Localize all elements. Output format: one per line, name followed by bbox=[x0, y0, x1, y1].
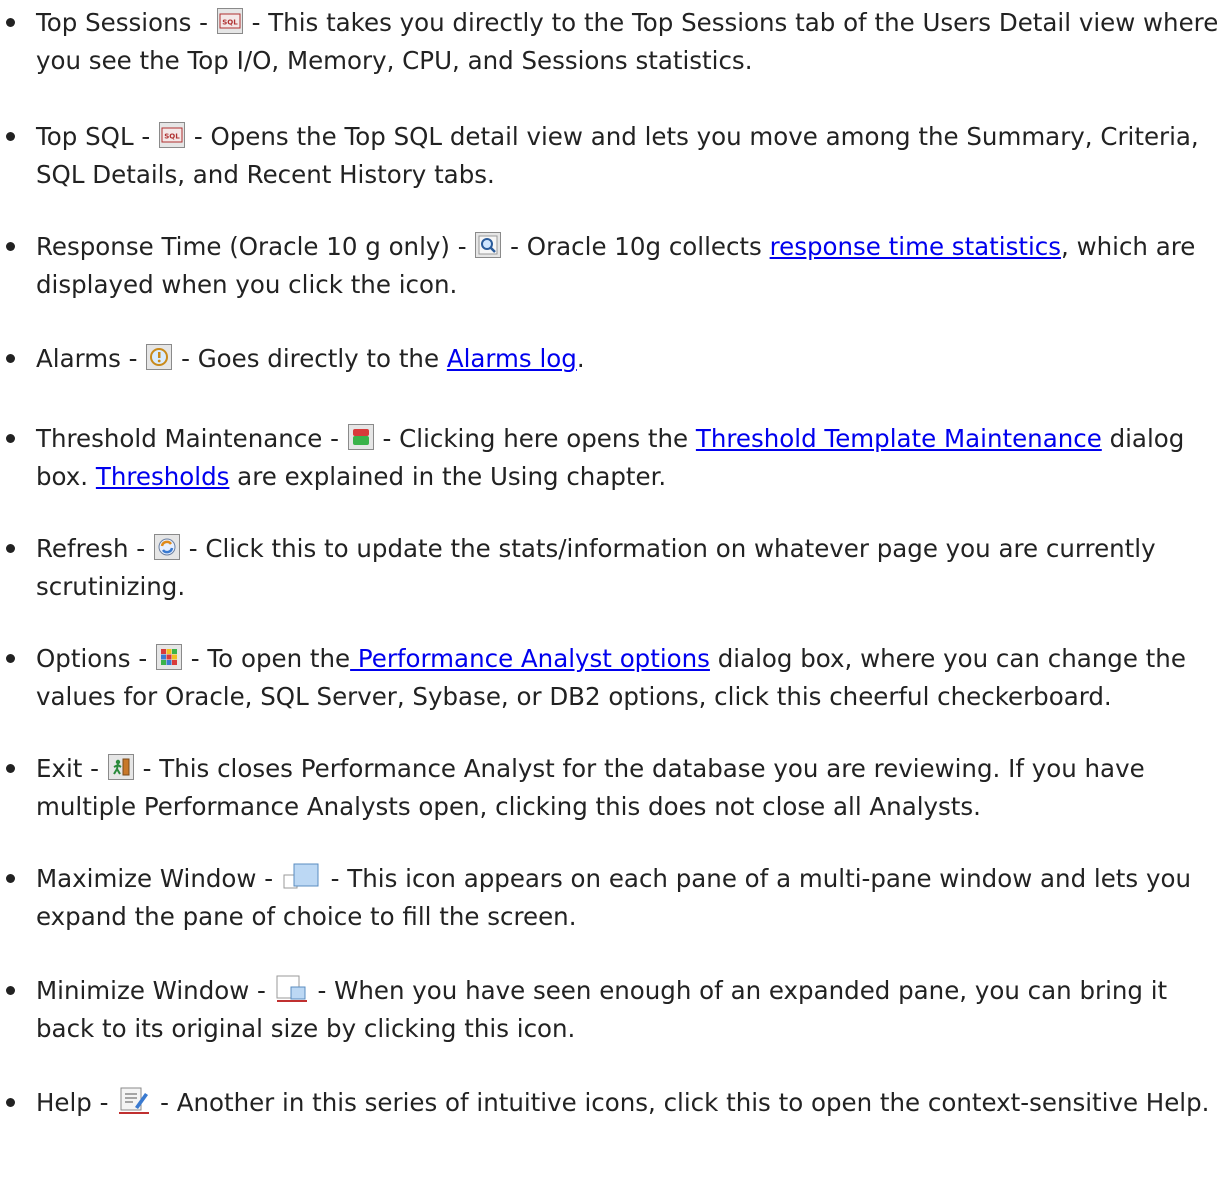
list-item-refresh: Refresh - - Click this to update the sta… bbox=[6, 530, 1228, 606]
list-item-maximize-window: Maximize Window - - This icon appears on… bbox=[6, 860, 1228, 936]
item-lead: Threshold Maintenance - bbox=[36, 424, 347, 453]
item-text: Top Sessions - SQL - This takes you dire… bbox=[36, 4, 1228, 80]
item-text: Exit - - This closes Performance Analyst… bbox=[36, 750, 1228, 826]
alarms-log-link[interactable]: Alarms log bbox=[447, 344, 577, 373]
bullet bbox=[6, 354, 15, 363]
sql-icon[interactable]: SQL bbox=[159, 122, 186, 148]
refresh-icon[interactable] bbox=[153, 534, 180, 560]
sql-icon[interactable]: SQL bbox=[216, 8, 243, 34]
item-text: Refresh - - Click this to update the sta… bbox=[36, 530, 1228, 606]
list-item-minimize-window: Minimize Window - - When you have seen e… bbox=[6, 972, 1228, 1048]
response-time-statistics-link[interactable]: response time statistics bbox=[770, 232, 1061, 261]
item-lead: Response Time (Oracle 10 g only) - bbox=[36, 232, 475, 261]
svg-text:SQL: SQL bbox=[222, 19, 238, 27]
item-lead: Minimize Window - bbox=[36, 976, 274, 1005]
item-description: are explained in the Using chapter. bbox=[229, 462, 667, 491]
bullet bbox=[6, 544, 15, 553]
threshold-icon[interactable] bbox=[347, 424, 374, 450]
thresholds-link[interactable]: Thresholds bbox=[96, 462, 230, 491]
list-item-response-time: Response Time (Oracle 10 g only) - - Ora… bbox=[6, 228, 1228, 304]
item-mid-text: - To open the bbox=[182, 644, 351, 673]
bullet bbox=[6, 242, 15, 251]
item-mid-text: - Clicking here opens the bbox=[374, 424, 696, 453]
bullet bbox=[6, 1098, 15, 1107]
item-lead: Alarms - bbox=[36, 344, 146, 373]
item-lead: Help - bbox=[36, 1088, 117, 1117]
svg-text:SQL: SQL bbox=[164, 133, 180, 141]
performance-analyst-options-link[interactable]: Performance Analyst options bbox=[350, 644, 710, 673]
bullet bbox=[6, 986, 15, 995]
item-lead: Top Sessions - bbox=[36, 8, 216, 37]
item-description: - Another in this series of intuitive ic… bbox=[152, 1088, 1210, 1117]
bullet bbox=[6, 132, 15, 141]
alarm-icon[interactable] bbox=[146, 344, 173, 370]
item-text: Threshold Maintenance - - Clicking here … bbox=[36, 420, 1228, 496]
item-text: Minimize Window - - When you have seen e… bbox=[36, 972, 1228, 1048]
item-text: Help - - Another in this series of intui… bbox=[36, 1084, 1228, 1122]
list-item-top-sessions: Top Sessions - SQL - This takes you dire… bbox=[6, 4, 1228, 80]
threshold-template-maintenance-link[interactable]: Threshold Template Maintenance bbox=[696, 424, 1102, 453]
maximize-icon[interactable] bbox=[282, 861, 322, 891]
list-item-top-sql: Top SQL - SQL - Opens the Top SQL detail… bbox=[6, 118, 1228, 194]
item-lead: Refresh - bbox=[36, 534, 153, 563]
document-page: Top Sessions - SQL - This takes you dire… bbox=[0, 0, 1232, 1200]
magnifier-icon[interactable] bbox=[475, 232, 502, 258]
item-text: Alarms - - Goes directly to the Alarms l… bbox=[36, 340, 1228, 378]
minimize-icon[interactable] bbox=[275, 973, 309, 1003]
list-item-options: Options - - To open the Performance Anal… bbox=[6, 640, 1228, 716]
item-description: - Opens the Top SQL detail view and lets… bbox=[36, 122, 1199, 189]
list-item-threshold-maintenance: Threshold Maintenance - - Clicking here … bbox=[6, 420, 1228, 496]
item-lead: Options - bbox=[36, 644, 155, 673]
exit-icon[interactable] bbox=[107, 754, 134, 780]
item-text: Top SQL - SQL - Opens the Top SQL detail… bbox=[36, 118, 1228, 194]
item-description: . bbox=[576, 344, 585, 373]
item-text: Response Time (Oracle 10 g only) - - Ora… bbox=[36, 228, 1228, 304]
help-icon[interactable] bbox=[117, 1085, 151, 1115]
item-lead: Top SQL - bbox=[36, 122, 159, 151]
item-description: - This closes Performance Analyst for th… bbox=[36, 754, 1145, 821]
list-item-help: Help - - Another in this series of intui… bbox=[6, 1084, 1228, 1122]
item-lead: Maximize Window - bbox=[36, 864, 281, 893]
bullet bbox=[6, 764, 15, 773]
bullet bbox=[6, 654, 15, 663]
item-description: - Click this to update the stats/informa… bbox=[36, 534, 1156, 601]
item-lead: Exit - bbox=[36, 754, 107, 783]
item-text: Maximize Window - - This icon appears on… bbox=[36, 860, 1228, 936]
item-mid-text: - Oracle 10g collects bbox=[502, 232, 770, 261]
list-item-alarms: Alarms - - Goes directly to the Alarms l… bbox=[6, 340, 1228, 378]
bullet bbox=[6, 874, 15, 883]
bullet bbox=[6, 18, 15, 27]
checkerboard-icon[interactable] bbox=[155, 644, 182, 670]
list-item-exit: Exit - - This closes Performance Analyst… bbox=[6, 750, 1228, 826]
item-text: Options - - To open the Performance Anal… bbox=[36, 640, 1228, 716]
item-mid-text: - Goes directly to the bbox=[173, 344, 447, 373]
bullet bbox=[6, 434, 15, 443]
